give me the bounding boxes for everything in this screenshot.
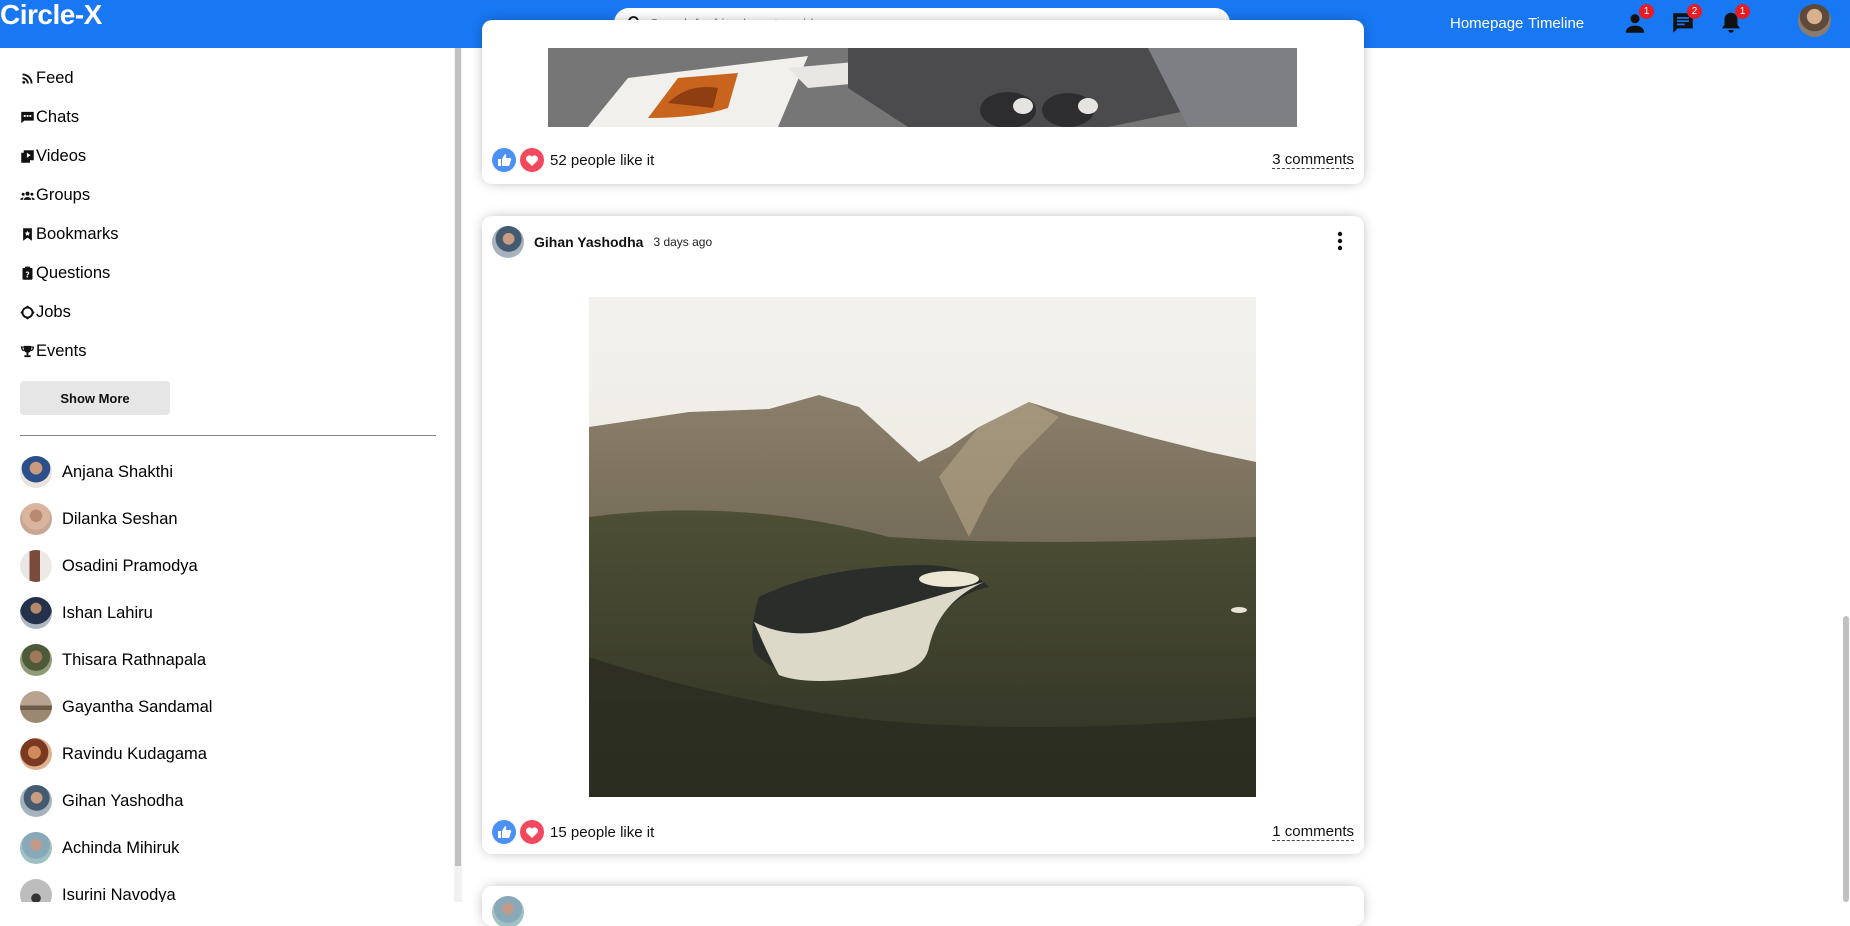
friend-name: Gayantha Sandamal <box>62 697 213 716</box>
sidebar-item-label: Bookmarks <box>36 224 119 243</box>
rss-icon <box>22 73 33 84</box>
trophy-icon <box>20 345 35 357</box>
sidebar-item-label: Feed <box>36 68 74 87</box>
sidebar-scrollbar-thumb[interactable] <box>455 48 461 866</box>
sidebar-item-label: Chats <box>36 107 80 126</box>
sidebar-item-jobs[interactable]: Jobs <box>20 300 71 324</box>
likes-count: 52 people like it <box>550 151 655 169</box>
avatar[interactable] <box>492 226 524 258</box>
sidebar-item-label: Videos <box>36 146 87 165</box>
friend-item[interactable]: Anjana Shakthi <box>20 455 173 489</box>
avatar <box>20 785 52 817</box>
messages-badge: 2 <box>1687 4 1702 19</box>
avatar <box>20 644 52 676</box>
avatar[interactable] <box>492 896 524 926</box>
sidebar-item-label: Jobs <box>36 302 71 321</box>
avatar <box>20 691 52 723</box>
post-author[interactable]: Gihan Yashodha <box>534 234 643 250</box>
post-image[interactable] <box>548 48 1297 127</box>
more-vert-icon[interactable] <box>1332 230 1348 252</box>
post-card <box>482 886 1364 926</box>
friend-item[interactable]: Dilanka Seshan <box>20 502 178 536</box>
avatar <box>20 832 52 864</box>
sidebar: Feed Chats Videos Groups Bookmarks ? Que… <box>0 48 456 902</box>
notifications-badge: 1 <box>1735 4 1750 19</box>
post-header: Gihan Yashodha 3 days ago <box>492 226 1354 258</box>
show-more-button[interactable]: Show More <box>20 381 170 415</box>
friend-name: Achinda Mihiruk <box>62 838 180 857</box>
app-logo[interactable]: Circle-X <box>0 0 102 30</box>
friend-name: Anjana Shakthi <box>62 462 173 481</box>
avatar <box>20 597 52 629</box>
friends-button[interactable]: 1 <box>1622 4 1654 36</box>
messages-button[interactable]: 2 <box>1670 4 1702 36</box>
chat-icon <box>21 111 34 123</box>
sidebar-item-label: Groups <box>36 185 91 204</box>
post-timestamp: 3 days ago <box>653 235 713 249</box>
friend-item[interactable]: Thisara Rathnapala <box>20 643 206 677</box>
friend-item[interactable]: Gayantha Sandamal <box>20 690 212 724</box>
friends-badge: 1 <box>1639 4 1654 19</box>
svg-text:?: ? <box>25 270 29 279</box>
avatar <box>20 550 52 582</box>
friend-name: Ravindu Kudagama <box>62 744 207 763</box>
heart-icon[interactable] <box>520 820 544 844</box>
post-card: 52 people like it 3 comments <box>482 20 1364 184</box>
friend-name: Gihan Yashodha <box>62 791 184 810</box>
comments-link[interactable]: 1 comments <box>1272 823 1354 841</box>
sidebar-item-label: Questions <box>36 263 111 282</box>
work-icon <box>20 305 35 319</box>
avatar <box>20 879 52 902</box>
post-card: Gihan Yashodha 3 days ago 15 people like… <box>482 216 1364 854</box>
heart-icon[interactable] <box>520 148 544 172</box>
sidebar-item-events[interactable]: Events <box>20 339 86 363</box>
sidebar-item-chats[interactable]: Chats <box>20 105 79 129</box>
page-scrollbar-thumb[interactable] <box>1843 616 1849 902</box>
sidebar-item-groups[interactable]: Groups <box>20 183 90 207</box>
video-library-icon <box>21 149 34 163</box>
post-footer: 52 people like it 3 comments <box>492 146 1354 174</box>
sidebar-item-feed[interactable]: Feed <box>20 66 74 90</box>
sidebar-divider <box>20 435 436 436</box>
friend-item[interactable]: Gihan Yashodha <box>20 784 183 818</box>
sidebar-item-questions[interactable]: ? Questions <box>20 261 110 285</box>
friend-item[interactable]: Isurini Navodya <box>20 878 176 902</box>
comments-link[interactable]: 3 comments <box>1272 151 1354 169</box>
friend-name: Ishan Lahiru <box>62 603 153 622</box>
post-image[interactable] <box>589 297 1256 797</box>
likes-count: 15 people like it <box>550 823 655 841</box>
group-icon <box>20 191 35 200</box>
profile-avatar[interactable] <box>1798 4 1831 37</box>
friend-item[interactable]: Achinda Mihiruk <box>20 831 179 865</box>
timeline-link[interactable]: Timeline <box>1528 15 1584 32</box>
like-icon[interactable] <box>492 820 516 844</box>
notifications-button[interactable]: 1 <box>1718 4 1750 36</box>
bookmark-icon <box>23 227 32 241</box>
sidebar-item-label: Events <box>36 341 87 360</box>
friend-name: Dilanka Seshan <box>62 509 178 528</box>
sidebar-item-videos[interactable]: Videos <box>20 144 86 168</box>
friend-name: Thisara Rathnapala <box>62 650 207 669</box>
like-icon[interactable] <box>492 148 516 172</box>
avatar <box>20 738 52 770</box>
homepage-link[interactable]: Homepage <box>1450 15 1523 32</box>
friend-item[interactable]: Ishan Lahiru <box>20 596 153 630</box>
friend-item[interactable]: Osadini Pramodya <box>20 549 198 583</box>
friend-name: Osadini Pramodya <box>62 556 198 575</box>
friend-name: Isurini Navodya <box>62 885 176 903</box>
question-icon: ? <box>22 266 33 280</box>
avatar <box>20 503 52 535</box>
friend-item[interactable]: Ravindu Kudagama <box>20 737 207 771</box>
post-footer: 15 people like it 1 comments <box>492 818 1354 846</box>
avatar <box>20 456 52 488</box>
sidebar-item-bookmarks[interactable]: Bookmarks <box>20 222 119 246</box>
